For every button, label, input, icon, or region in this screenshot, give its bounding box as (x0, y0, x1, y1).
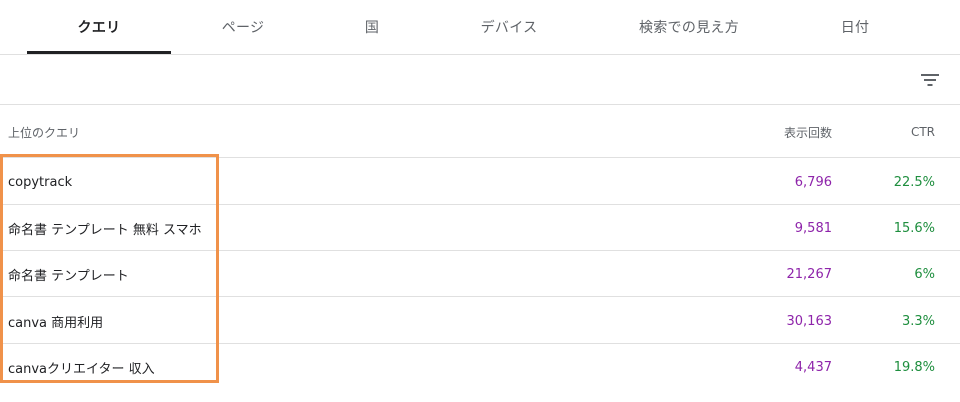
table-row[interactable]: 命名書 テンプレート 21,267 6% (0, 251, 960, 297)
query-cell: canvaクリエイター 収入 (8, 361, 155, 377)
ctr-cell: 6% (914, 266, 935, 282)
column-header-impressions[interactable]: 表示回数 (784, 106, 832, 158)
dimension-tabs: クエリ ページ 国 デバイス 検索での見え方 日付 (0, 0, 960, 55)
column-header-query[interactable]: 上位のクエリ (8, 106, 80, 158)
query-cell: 命名書 テンプレート (8, 268, 129, 284)
ctr-cell: 3.3% (901, 313, 935, 329)
active-tab-indicator (27, 51, 171, 54)
tab-date[interactable]: 日付 (783, 0, 927, 54)
query-cell: 命名書 テンプレート 無料 スマホ (8, 222, 202, 238)
table-row[interactable]: canvaクリエイター 収入 4,437 19.8% (0, 344, 960, 390)
filter-icon[interactable] (916, 68, 944, 92)
table-row[interactable]: canva 商用利用 30,163 3.3% (0, 298, 960, 344)
ctr-cell: 19.8% (893, 359, 935, 375)
column-header-ctr[interactable]: CTR (911, 106, 935, 158)
tab-device[interactable]: デバイス (437, 0, 581, 54)
tab-country[interactable]: 国 (300, 0, 444, 54)
tab-query[interactable]: クエリ (27, 0, 171, 54)
impressions-cell: 30,163 (786, 313, 833, 329)
table-header: 上位のクエリ 表示回数 CTR (0, 106, 960, 158)
tab-page[interactable]: ページ (171, 0, 315, 54)
table-row[interactable]: copytrack 6,796 22.5% (0, 159, 960, 205)
impressions-cell: 4,437 (794, 359, 832, 375)
impressions-cell: 9,581 (794, 220, 832, 236)
query-cell: canva 商用利用 (8, 315, 104, 331)
ctr-cell: 15.6% (893, 220, 935, 236)
table-row[interactable]: 命名書 テンプレート 無料 スマホ 9,581 15.6% (0, 205, 960, 251)
ctr-cell: 22.5% (893, 174, 935, 190)
query-cell: copytrack (8, 174, 73, 190)
table-toolbar (0, 55, 960, 105)
impressions-cell: 21,267 (786, 266, 833, 282)
search-console-performance: クエリ ページ 国 デバイス 検索での見え方 日付 上位のクエリ 表示回数 CT… (0, 0, 960, 402)
tab-search-appearance[interactable]: 検索での見え方 (617, 0, 761, 54)
impressions-cell: 6,796 (794, 174, 832, 190)
